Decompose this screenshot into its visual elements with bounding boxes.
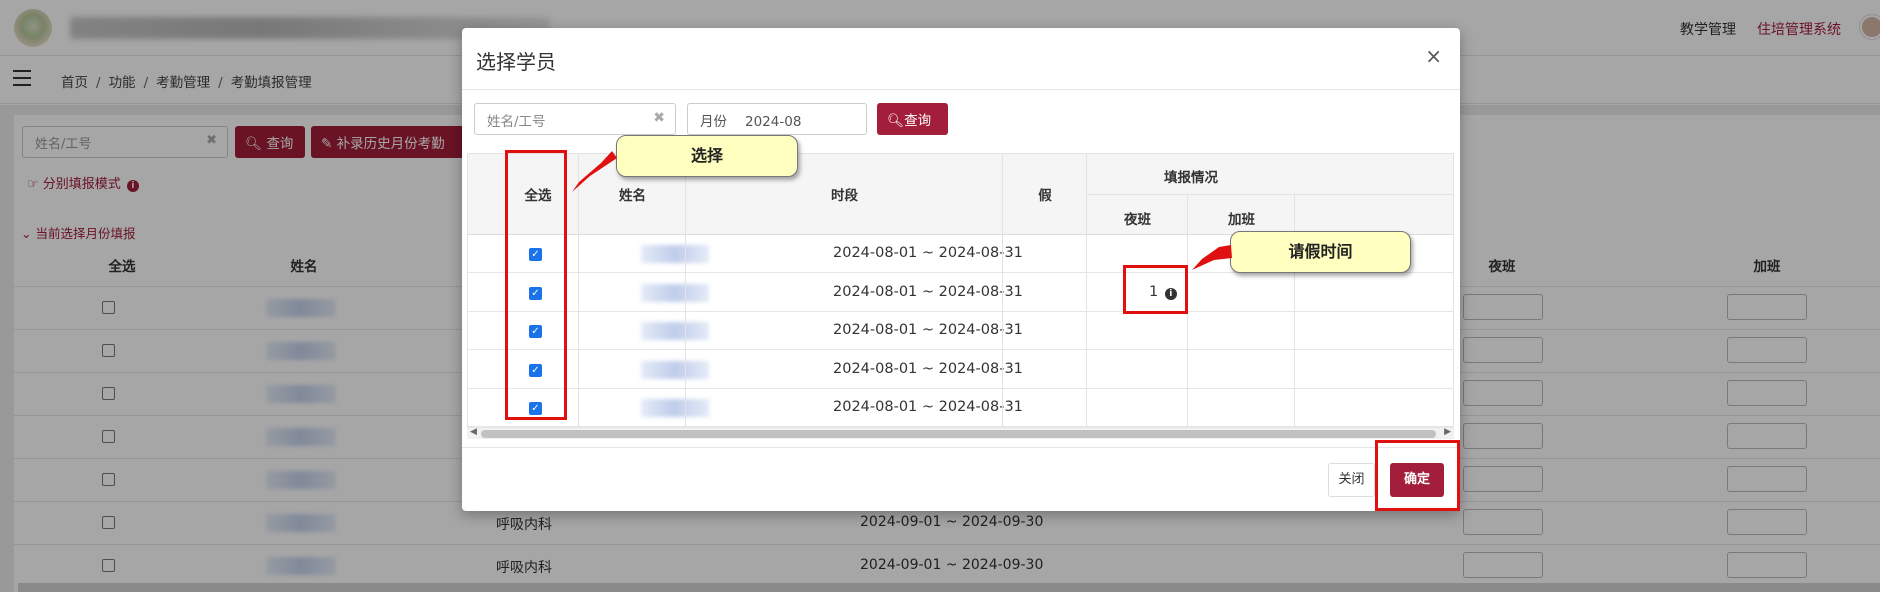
annotation-arrows xyxy=(572,151,1232,270)
arrow-to-leave-cell xyxy=(1192,245,1232,270)
arrow-to-select-column xyxy=(572,151,617,192)
